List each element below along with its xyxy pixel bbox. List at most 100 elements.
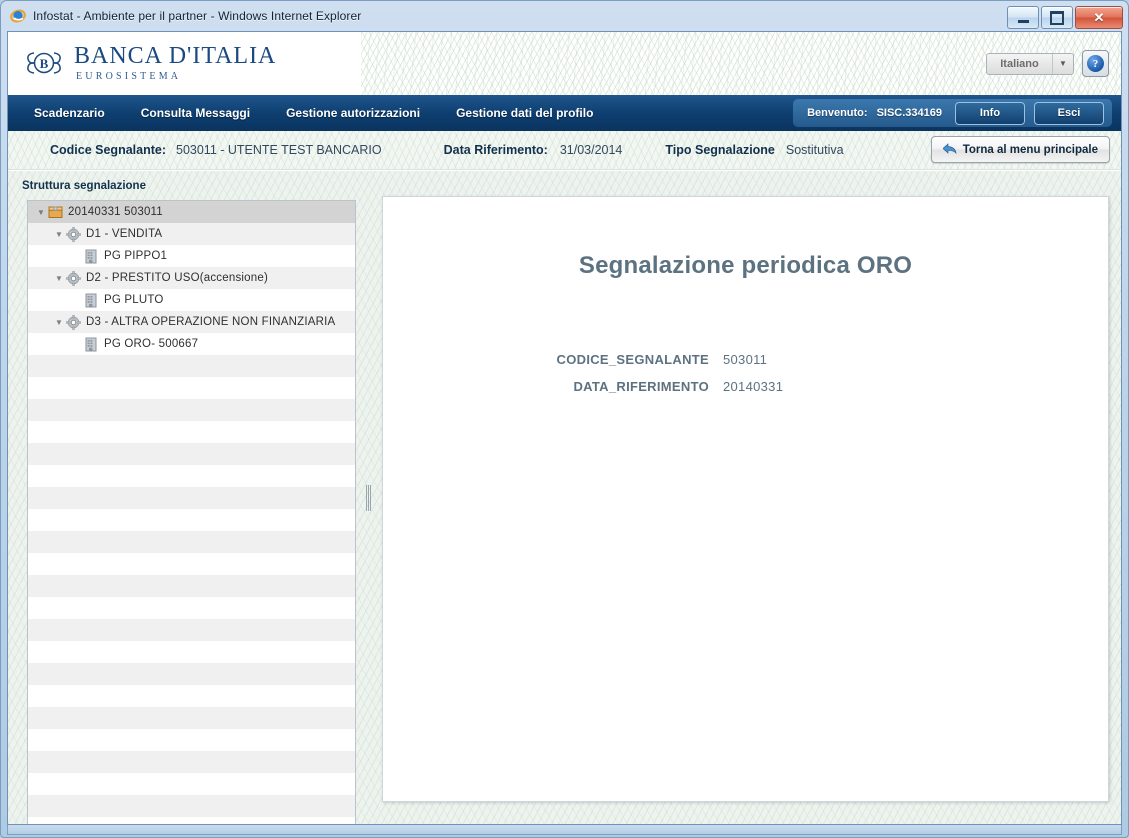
back-arrow-icon	[942, 142, 957, 157]
bank-name: BANCA D'ITALIA	[74, 43, 277, 70]
tree-empty-row	[28, 663, 355, 685]
back-to-main-menu-button[interactable]: Torna al menu principale	[930, 136, 1110, 163]
tree-item-label: PG ORO- 500667	[104, 338, 199, 350]
form-field-row: CODICE_SEGNALANTE 503011	[383, 352, 1108, 367]
tree-empty-row	[28, 707, 355, 729]
tree-empty-row	[28, 553, 355, 575]
tree-item[interactable]: PG PLUTO	[28, 289, 355, 311]
workspace: Struttura segnalazione ▼ 20140331 503011 ▼…	[8, 171, 1121, 824]
document-icon	[84, 337, 100, 352]
status-bar	[7, 825, 1122, 835]
form-field-list: CODICE_SEGNALANTE 503011 DATA_RIFERIMENTO 2…	[383, 352, 1108, 394]
tree-rows-container: ▼ 20140331 503011 ▼ D1 - VENDITA PG PIPPO1 ▼ D…	[28, 201, 355, 824]
form-field-value: 503011	[723, 352, 768, 367]
tree-item[interactable]: ▼ D1 - VENDITA	[28, 223, 355, 245]
gear-icon	[66, 226, 82, 242]
tree-empty-row	[28, 355, 355, 377]
tree-twisty-icon[interactable]: ▼	[52, 230, 66, 239]
tree-empty-row	[28, 751, 355, 773]
chevron-down-icon: ▼	[1052, 53, 1073, 74]
tree-twisty-icon[interactable]: ▼	[52, 274, 66, 283]
tree-empty-row	[28, 465, 355, 487]
tree-empty-row	[28, 531, 355, 553]
title-bar: Infostat - Ambiente per il partner - Win…	[1, 1, 1128, 31]
tree-item-label: D1 - VENDITA	[86, 228, 163, 240]
gear-icon	[66, 314, 82, 330]
tree-empty-row	[28, 729, 355, 751]
report-structure-tree[interactable]: ▼ 20140331 503011 ▼ D1 - VENDITA PG PIPPO1 ▼ D…	[27, 200, 356, 824]
tree-empty-row	[28, 509, 355, 531]
bank-subtitle: EUROSISTEMA	[76, 70, 182, 82]
tree-twisty-icon[interactable]: ▼	[34, 208, 48, 217]
tree-item[interactable]: ▼ 20140331 503011	[28, 201, 355, 223]
tree-empty-row	[28, 443, 355, 465]
tree-empty-row	[28, 685, 355, 707]
tree-empty-row	[28, 619, 355, 641]
tree-item[interactable]: PG PIPPO1	[28, 245, 355, 267]
welcome-label: Benvenuto:	[807, 107, 868, 119]
sidebar-title: Struttura segnalazione	[22, 180, 146, 192]
brand-header: B BANCA D'ITALIA EUROSISTEMA Italiano ▼ …	[8, 32, 1121, 95]
maximize-button[interactable]	[1041, 6, 1073, 29]
form-field-value: 20140331	[723, 379, 784, 394]
tipo-segnalazione-label: Tipo Segnalazione	[665, 143, 775, 157]
form-title: Segnalazione periodica ORO	[578, 252, 913, 279]
form-content-panel: Segnalazione periodica ORO CODICE_SEGNAL…	[382, 196, 1109, 802]
form-field-label: CODICE_SEGNALANTE	[556, 352, 709, 367]
tree-item-label: PG PLUTO	[104, 294, 164, 306]
document-icon	[84, 249, 100, 264]
banca-italia-crest-icon: B	[21, 40, 67, 86]
language-value: Italiano	[1000, 57, 1039, 70]
help-icon: ?	[1087, 55, 1104, 72]
internet-explorer-icon	[9, 7, 27, 25]
document-icon	[84, 293, 100, 308]
tree-empty-row	[28, 575, 355, 597]
tree-empty-row	[28, 641, 355, 663]
help-button[interactable]: ?	[1082, 50, 1109, 77]
tree-empty-row	[28, 421, 355, 443]
tree-empty-row	[28, 817, 355, 824]
browser-client-area: B BANCA D'ITALIA EUROSISTEMA Italiano ▼ …	[7, 31, 1122, 825]
nav-item-list: Scadenzario Consulta Messaggi Gestione a…	[8, 106, 611, 120]
data-riferimento-label: Data Riferimento:	[443, 143, 548, 157]
minimize-icon	[1017, 19, 1029, 23]
bank-logo: B BANCA D'ITALIA EUROSISTEMA	[21, 40, 276, 86]
minimize-button[interactable]	[1007, 6, 1039, 29]
logout-button[interactable]: Esci	[1034, 101, 1104, 125]
tree-twisty-icon[interactable]: ▼	[52, 318, 66, 327]
nav-item-gestione-autorizzazioni[interactable]: Gestione autorizzazioni	[268, 106, 438, 120]
tree-empty-row	[28, 795, 355, 817]
tipo-segnalazione-value: Sostitutiva	[785, 143, 844, 157]
svg-text:B: B	[40, 56, 49, 71]
info-button[interactable]: Info	[955, 101, 1025, 125]
splitter-grip-icon	[366, 484, 371, 511]
bank-logo-text: BANCA D'ITALIA EUROSISTEMA	[74, 43, 277, 82]
username: SISC.334169	[876, 107, 942, 119]
sidebar-panel: Struttura segnalazione ▼ 20140331 503011 ▼…	[8, 171, 374, 824]
language-select[interactable]: Italiano ▼	[986, 52, 1074, 75]
tree-item-label: PG PIPPO1	[104, 250, 168, 262]
codice-segnalante-label: Codice Segnalante:	[50, 143, 166, 157]
nav-item-scadenzario[interactable]: Scadenzario	[8, 106, 123, 120]
maximize-icon	[1050, 10, 1064, 25]
header-right-controls: Italiano ▼ ?	[986, 50, 1109, 77]
nav-item-gestione-dati-profilo[interactable]: Gestione dati del profilo	[438, 106, 611, 120]
context-info-bar: Codice Segnalante: 503011 - UTENTE TEST …	[8, 131, 1121, 170]
tree-empty-row	[28, 399, 355, 421]
back-button-label: Torna al menu principale	[962, 143, 1098, 156]
window-title: Infostat - Ambiente per il partner - Win…	[33, 9, 362, 23]
tree-empty-row	[28, 773, 355, 795]
close-button[interactable]: ✕	[1075, 6, 1123, 29]
nav-item-consulta-messaggi[interactable]: Consulta Messaggi	[123, 106, 268, 120]
close-icon: ✕	[1093, 10, 1105, 25]
package-icon	[48, 205, 64, 220]
tree-item[interactable]: ▼ D2 - PRESTITO USO(accensione)	[28, 267, 355, 289]
window-controls: ✕	[1007, 6, 1123, 29]
form-field-row: DATA_RIFERIMENTO 20140331	[383, 379, 1108, 394]
tree-empty-row	[28, 487, 355, 509]
tree-item[interactable]: ▼ D3 - ALTRA OPERAZIONE NON FINANZIARIA	[28, 311, 355, 333]
panel-splitter[interactable]	[363, 171, 374, 824]
main-navigation: Scadenzario Consulta Messaggi Gestione a…	[8, 95, 1121, 131]
tree-item[interactable]: PG ORO- 500667	[28, 333, 355, 355]
browser-window: Infostat - Ambiente per il partner - Win…	[0, 0, 1129, 838]
